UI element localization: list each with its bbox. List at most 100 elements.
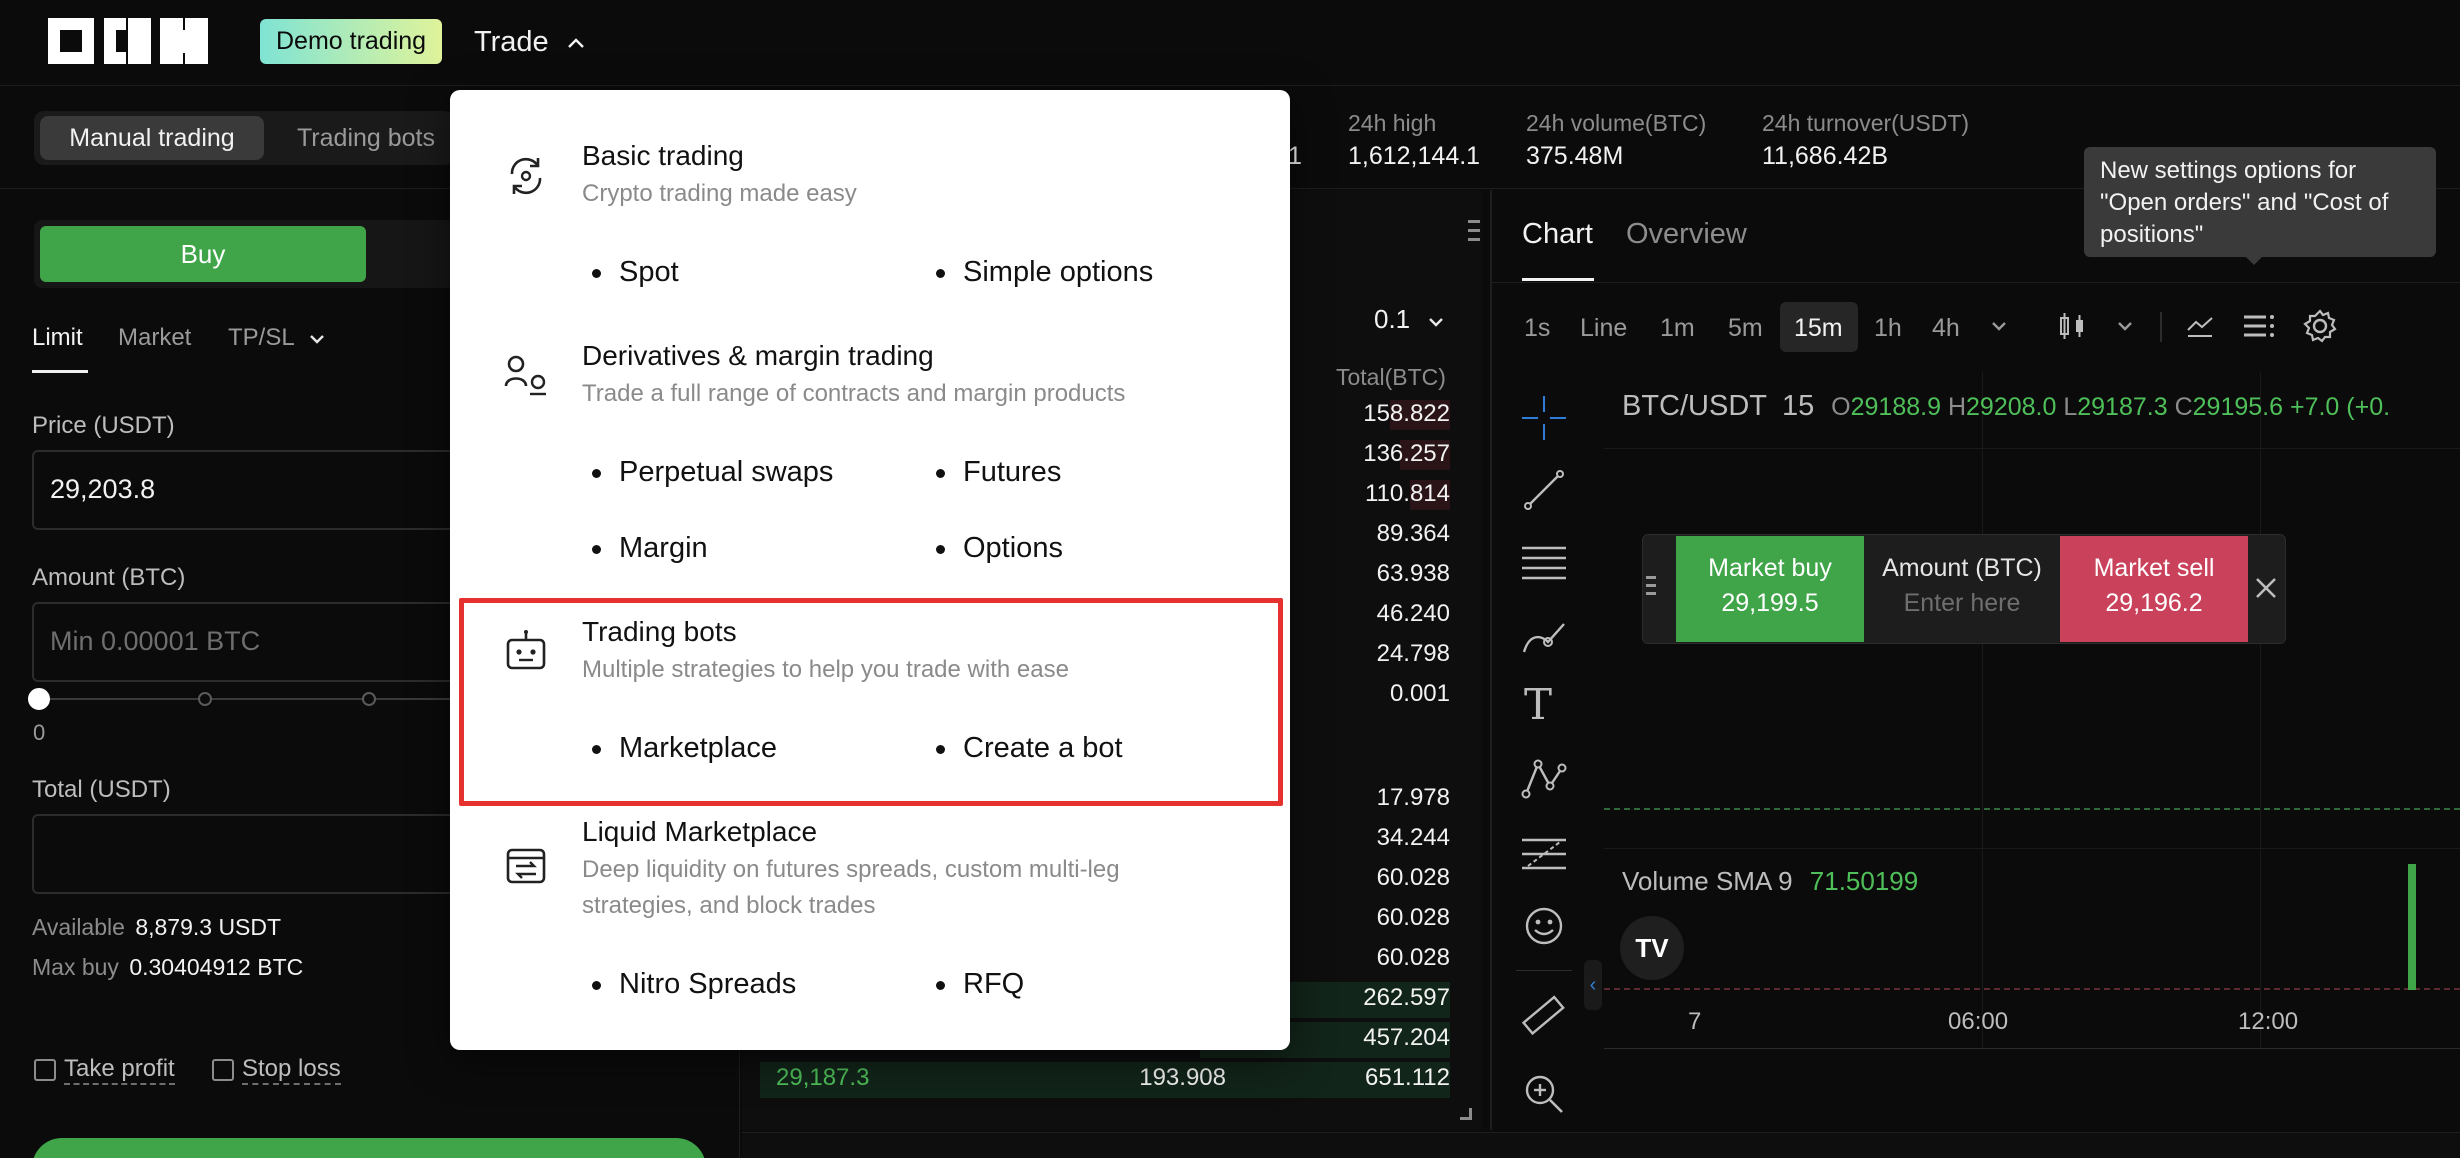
- axis-divider: [1604, 1048, 2460, 1049]
- stat-24h-turnover-value: 11,686.42B: [1762, 142, 1889, 170]
- total-input[interactable]: [32, 814, 472, 894]
- amount-input-placeholder: Min 0.00001 BTC: [50, 626, 261, 656]
- stat-partial-value: 1: [1288, 142, 1302, 170]
- take-profit-label[interactable]: Take profit: [64, 1055, 175, 1085]
- take-profit-checkbox[interactable]: [34, 1059, 56, 1081]
- demo-trading-badge[interactable]: Demo trading: [260, 19, 443, 64]
- section-liquid-marketplace-title[interactable]: Liquid Marketplace: [582, 816, 817, 848]
- volume-label: Volume SMA 9: [1622, 866, 1793, 896]
- section-derivatives-title[interactable]: Derivatives & margin trading: [582, 340, 934, 372]
- precision-select[interactable]: 0.1: [1374, 304, 1445, 335]
- zoom-in-icon[interactable]: [1520, 1070, 1568, 1118]
- candlestick-type-icon[interactable]: [2056, 310, 2088, 342]
- section-basic-trading-desc: Crypto trading made easy: [582, 180, 857, 207]
- widget-amount-input[interactable]: Amount (BTC) Enter here: [1864, 536, 2060, 642]
- market-buy-button[interactable]: Market buy 29,199.5: [1676, 536, 1864, 642]
- stop-loss-checkbox[interactable]: [212, 1059, 234, 1081]
- max-buy-row: Max buy 0.30404912 BTC: [32, 954, 303, 981]
- menu-item-perpetual-swaps[interactable]: Perpetual swaps: [592, 456, 833, 489]
- menu-item-nitro-spreads[interactable]: Nitro Spreads: [592, 968, 796, 1001]
- market-sell-label: Market sell: [2093, 554, 2215, 582]
- refresh-cycle-icon: [510, 157, 542, 195]
- trend-line-icon[interactable]: [1520, 466, 1568, 514]
- precision-value: 0.1: [1374, 304, 1411, 334]
- stat-24h-high-value: 1,612,144.1: [1348, 142, 1481, 170]
- available-row: Available 8,879.3 USDT: [32, 914, 281, 941]
- slider-tick: [198, 692, 212, 706]
- ask-total: 46.240: [1376, 600, 1450, 627]
- drag-handle-icon[interactable]: [1646, 576, 1656, 600]
- timeframe-1m[interactable]: 1m: [1660, 314, 1695, 343]
- gear-icon[interactable]: [2302, 308, 2338, 344]
- slider-tick: [362, 692, 376, 706]
- liquid-marketplace-icon: [506, 848, 546, 884]
- tradingview-logo[interactable]: TV: [1620, 916, 1684, 980]
- x-axis-tick: 12:00: [2238, 1008, 2299, 1035]
- brush-icon[interactable]: [1520, 612, 1568, 660]
- stat-24h-volume-value: 375.48M: [1526, 142, 1624, 170]
- chevron-down-icon[interactable]: [2116, 320, 2134, 332]
- bid-total: 17.978: [1376, 784, 1450, 811]
- total-column-header: Total(BTC): [1336, 364, 1446, 390]
- timeframe-15m[interactable]: 15m: [1794, 314, 1843, 343]
- menu-item-options[interactable]: Options: [936, 532, 1063, 565]
- bid-total: 60.028: [1376, 904, 1450, 931]
- bid-total: 457.204: [1363, 1024, 1450, 1051]
- trade-menu-trigger[interactable]: Trade: [474, 22, 585, 62]
- chart-area[interactable]: [1604, 372, 2460, 1048]
- tab-chart[interactable]: Chart: [1522, 218, 1593, 251]
- text-tool-icon[interactable]: T: [1524, 680, 1552, 729]
- ask-total: 89.364: [1376, 520, 1450, 547]
- menu-item-margin[interactable]: Margin: [592, 532, 708, 565]
- max-buy-label: Max buy: [32, 954, 119, 980]
- bid-total: 651.112: [1365, 1064, 1450, 1091]
- bid-price[interactable]: 29,187.3: [776, 1064, 869, 1092]
- horizontal-lines-icon[interactable]: [1520, 540, 1568, 588]
- pattern-icon[interactable]: [1520, 756, 1568, 804]
- settings-tooltip: New settings options for "Open orders" a…: [2084, 147, 2436, 257]
- order-type-tpsl[interactable]: TP/SL: [228, 324, 326, 352]
- ask-total: 110.814: [1365, 480, 1450, 507]
- fib-tool-icon[interactable]: [1520, 830, 1568, 878]
- timeframe-1s[interactable]: 1s: [1524, 314, 1550, 343]
- order-type-market[interactable]: Market: [118, 324, 191, 352]
- ruler-icon[interactable]: [1520, 992, 1568, 1040]
- timeframe-line[interactable]: Line: [1580, 314, 1627, 343]
- menu-item-rfq[interactable]: RFQ: [936, 968, 1024, 1001]
- okx-logo[interactable]: [48, 18, 208, 66]
- market-sell-button[interactable]: Market sell 29,196.2: [2060, 536, 2248, 642]
- amount-slider-handle[interactable]: [28, 688, 50, 710]
- close-label: C: [2174, 393, 2193, 421]
- menu-item-simple-options[interactable]: Simple options: [936, 256, 1153, 289]
- close-icon[interactable]: [2254, 576, 2278, 600]
- chevron-down-icon[interactable]: [1990, 320, 2008, 332]
- bid-amount: 193.908: [1139, 1064, 1226, 1091]
- stat-24h-volume-label: 24h volume(BTC): [1526, 110, 1707, 136]
- amount-slider-track[interactable]: [40, 698, 470, 700]
- stop-loss-label[interactable]: Stop loss: [242, 1055, 341, 1085]
- order-type-limit[interactable]: Limit: [32, 324, 83, 352]
- ask-total: 63.938: [1376, 560, 1450, 587]
- market-buy-price: 29,199.5: [1721, 589, 1819, 617]
- timeframe-5m[interactable]: 5m: [1728, 314, 1763, 343]
- buy-button[interactable]: Buy: [40, 226, 366, 282]
- menu-item-futures[interactable]: Futures: [936, 456, 1061, 489]
- collapse-toolbar-icon[interactable]: ‹: [1584, 960, 1602, 1010]
- menu-icon[interactable]: [1468, 220, 1480, 250]
- tab-overview[interactable]: Overview: [1626, 218, 1747, 251]
- timeframe-1h[interactable]: 1h: [1874, 314, 1902, 343]
- timeframe-4h[interactable]: 4h: [1932, 314, 1960, 343]
- emoji-icon[interactable]: [1522, 904, 1566, 948]
- resize-handle-icon[interactable]: [1460, 1108, 1472, 1120]
- crosshair-icon[interactable]: [1520, 394, 1568, 442]
- tab-trading-bots[interactable]: Trading bots: [276, 116, 456, 160]
- place-order-button[interactable]: [32, 1138, 706, 1158]
- widget-amount-placeholder: Enter here: [1903, 589, 2021, 617]
- tab-manual-trading[interactable]: Manual trading: [40, 116, 264, 160]
- section-basic-trading-title[interactable]: Basic trading: [582, 140, 744, 172]
- indicators-icon[interactable]: [2184, 310, 2216, 342]
- list-settings-icon[interactable]: [2242, 310, 2276, 342]
- ohlc-legend: BTC/USDT 15 O29188.9 H29208.0 L29187.3 C…: [1622, 390, 2390, 423]
- menu-item-spot[interactable]: Spot: [592, 256, 679, 289]
- x-axis-tick: 7: [1688, 1008, 1702, 1035]
